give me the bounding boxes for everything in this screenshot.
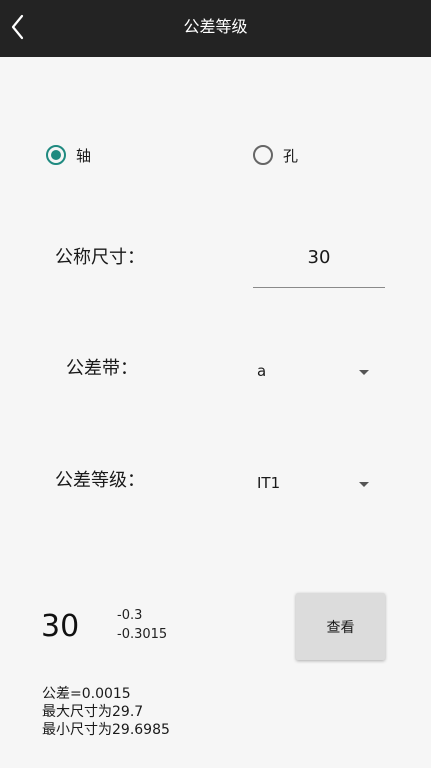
nominal-size-label: 公称尺寸： xyxy=(55,247,145,268)
radio-checked-icon xyxy=(46,145,66,165)
lower-deviation: -0.3015 xyxy=(117,627,168,642)
dropdown-arrow-icon xyxy=(359,482,369,487)
page-title: 公差等级 xyxy=(183,17,248,36)
tolerance-value: 公差=0.0015 xyxy=(42,686,131,702)
result-size: 30 xyxy=(41,609,80,644)
radio-unchecked-icon xyxy=(253,145,273,165)
nominal-size-value: 30 xyxy=(307,247,331,268)
tolerance-zone-label: 公差带： xyxy=(66,358,138,379)
max-size-value: 最大尺寸为29.7 xyxy=(42,704,144,720)
nominal-size-input[interactable]: 30 xyxy=(253,244,385,288)
tolerance-zone-value: a xyxy=(257,362,267,380)
radio-shaft-label: 轴 xyxy=(76,146,92,165)
tolerance-grade-label: 公差等级： xyxy=(55,470,145,491)
upper-deviation: -0.3 xyxy=(117,608,143,623)
tolerance-zone-dropdown[interactable]: a xyxy=(255,358,375,386)
tolerance-grade-dropdown[interactable]: IT1 xyxy=(255,470,375,498)
app-bar: 公差等级 xyxy=(0,0,431,57)
radio-hole[interactable]: 孔 xyxy=(253,143,298,167)
dropdown-arrow-icon xyxy=(359,370,369,375)
min-size-value: 最小尺寸为29.6985 xyxy=(42,722,170,738)
view-button[interactable]: 查看 xyxy=(296,593,385,660)
radio-hole-label: 孔 xyxy=(283,146,299,165)
tolerance-grade-value: IT1 xyxy=(257,474,281,492)
radio-shaft[interactable]: 轴 xyxy=(46,143,91,167)
